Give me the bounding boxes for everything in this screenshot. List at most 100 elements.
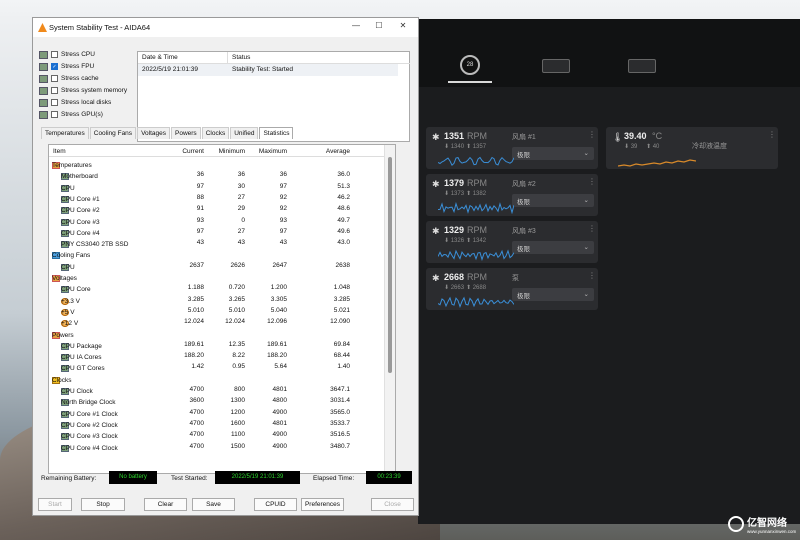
stress-option-label[interactable]: Stress FPU: [61, 63, 94, 70]
table-row[interactable]: CPU Core #2 91 29 92 48.6: [49, 203, 385, 215]
table-row[interactable]: CPU IA Cores 188.20 8.22 188.20 68.44: [49, 350, 385, 362]
table-row[interactable]: CPU Clock 4700 800 4801 3647.1: [49, 384, 385, 395]
tab-clocks[interactable]: Clocks: [201, 127, 230, 139]
stop-button[interactable]: Stop: [81, 498, 125, 511]
row-label: PNY CS3040 2TB SSD: [61, 241, 129, 249]
table-row[interactable]: CPU 2637 2626 2647 2638: [49, 260, 385, 271]
chevron-down-icon: ⌄: [583, 150, 589, 157]
section-row[interactable]: Temperatures: [49, 158, 385, 169]
tab-voltages[interactable]: Voltages: [137, 127, 170, 139]
section-row[interactable]: Clocks: [49, 373, 385, 384]
checkbox[interactable]: [51, 111, 58, 118]
save-button[interactable]: Save: [192, 498, 235, 511]
table-row[interactable]: CPU Core #4 Clock 4700 1500 4900 3480.7: [49, 441, 385, 452]
gpu-icon: [628, 59, 656, 73]
col-minimum[interactable]: Minimum: [219, 148, 245, 155]
cell-max: 4801: [272, 419, 287, 427]
fan-mode-select[interactable]: 极限 ⌄: [512, 147, 594, 160]
more-menu-icon[interactable]: ⋮: [588, 224, 596, 233]
checkbox[interactable]: [51, 75, 58, 82]
row-label: CPU Core #4: [61, 229, 100, 237]
table-row[interactable]: +5 V 5.010 5.010 5.040 5.021: [49, 305, 385, 316]
maximize-button[interactable]: ☐: [372, 21, 386, 33]
minimize-button[interactable]: —: [349, 21, 363, 33]
preferences-button[interactable]: Preferences: [301, 498, 344, 511]
more-menu-icon[interactable]: ⋮: [768, 130, 776, 139]
table-row[interactable]: CPU 97 30 97 51.3: [49, 181, 385, 192]
elapsed-label: Elapsed Time:: [313, 475, 355, 482]
table-row[interactable]: North Bridge Clock 3600 1300 4800 3031.4: [49, 395, 385, 407]
table-row[interactable]: CPU Core #1 88 27 92 46.2: [49, 192, 385, 203]
cell-avg: 1.40: [337, 363, 350, 371]
table-row[interactable]: CPU Package 189.61 12.35 189.61 69.84: [49, 339, 385, 350]
table-row[interactable]: CPU Core #3 93 0 93 49.7: [49, 215, 385, 226]
checkbox[interactable]: [51, 99, 58, 106]
section-row[interactable]: Voltages: [49, 271, 385, 282]
tab-temperatures[interactable]: Temperatures: [41, 127, 89, 139]
device-tab-gpu[interactable]: [620, 49, 664, 83]
fan-mode-value: 极限: [517, 152, 530, 159]
cell-min: 2626: [230, 261, 245, 269]
stress-option-label[interactable]: Stress CPU: [61, 51, 95, 58]
status-strip: Remaining Battery: No battery Test Start…: [33, 470, 418, 490]
clear-button[interactable]: Clear: [144, 498, 187, 511]
tab-unified[interactable]: Unified: [230, 127, 259, 139]
cell-cur: 97: [196, 182, 204, 190]
more-menu-icon[interactable]: ⋮: [588, 271, 596, 280]
fan-mode-select[interactable]: 极限 ⌄: [512, 288, 594, 301]
cpuid-button[interactable]: CPUID: [254, 498, 297, 511]
table-row[interactable]: CPU Core #3 Clock 4700 1100 4900 3516.5: [49, 429, 385, 441]
device-tab-cooler[interactable]: [534, 49, 578, 83]
checkbox[interactable]: [51, 51, 58, 58]
table-row[interactable]: CPU Core #1 Clock 4700 1200 4900 3565.0: [49, 407, 385, 418]
table-row[interactable]: CPU Core #2 Clock 4700 1600 4801 3533.7: [49, 418, 385, 429]
cell-cur: 12.024: [184, 318, 204, 326]
table-row[interactable]: Motherboard 36 36 36 36.0: [49, 169, 385, 181]
start-button[interactable]: Start: [38, 498, 72, 511]
cell-max: 3.305: [270, 295, 287, 303]
fan-max: ⬆ 1342: [466, 238, 487, 244]
col-item[interactable]: Item: [53, 148, 66, 155]
checkbox[interactable]: [51, 87, 58, 94]
battery-value: No battery: [109, 471, 157, 484]
table-row[interactable]: +3.3 V 3.285 3.265 3.305 3.285: [49, 294, 385, 305]
col-current[interactable]: Current: [182, 148, 204, 155]
row-label: +3.3 V: [61, 297, 80, 305]
more-menu-icon[interactable]: ⋮: [588, 130, 596, 139]
tab-statistics[interactable]: Statistics: [259, 127, 294, 139]
statistics-grid[interactable]: Item Current Minimum Maximum Average Tem…: [48, 144, 396, 474]
coolant-temp-label: 冷却液温度: [692, 143, 727, 150]
col-maximum[interactable]: Maximum: [259, 148, 287, 155]
stress-option-label[interactable]: Stress GPU(s): [61, 111, 103, 118]
section-row[interactable]: Cooling Fans: [49, 248, 385, 260]
tab-powers[interactable]: Powers: [171, 127, 201, 139]
table-row[interactable]: CPU GT Cores 1.42 0.95 5.64 1.40: [49, 361, 385, 373]
stress-option-label[interactable]: Stress cache: [61, 75, 99, 82]
table-row[interactable]: PNY CS3040 2TB SSD 43 43 43 43.0: [49, 237, 385, 249]
cell-avg: 3480.7: [330, 442, 350, 450]
checkbox[interactable]: ✓: [51, 63, 58, 70]
cell-avg: 1.048: [333, 284, 350, 292]
close-window-button[interactable]: ✕: [396, 21, 410, 33]
table-row[interactable]: CPU Core #4 97 27 97 49.6: [49, 226, 385, 237]
vertical-scrollbar[interactable]: [384, 145, 395, 473]
fan-mode-select[interactable]: 极限 ⌄: [512, 241, 594, 254]
section-row[interactable]: Powers: [49, 328, 385, 339]
device-tab-hub[interactable]: 28: [448, 49, 492, 83]
table-row[interactable]: +12 V 12.024 12.024 12.096 12.090: [49, 316, 385, 328]
tab-cooling-fans[interactable]: Cooling Fans: [89, 127, 137, 139]
fan-mode-select[interactable]: 极限 ⌄: [512, 194, 594, 207]
stress-option-label[interactable]: Stress system memory: [61, 87, 127, 94]
elapsed-value: 00:23:39: [366, 471, 412, 484]
close-button[interactable]: Close: [371, 498, 414, 511]
col-average[interactable]: Average: [326, 148, 350, 155]
cell-max: 2647: [272, 261, 287, 269]
stress-option-label[interactable]: Stress local disks: [61, 99, 111, 106]
row-label: CPU: [61, 184, 75, 192]
cell-avg: 49.6: [337, 227, 350, 235]
scrollbar-thumb[interactable]: [388, 157, 392, 373]
more-menu-icon[interactable]: ⋮: [588, 177, 596, 186]
fan-name: 风扇 #2: [512, 181, 536, 188]
row-label: CPU GT Cores: [61, 365, 105, 373]
table-row[interactable]: CPU Core 1.188 0.720 1.200 1.048: [49, 282, 385, 294]
